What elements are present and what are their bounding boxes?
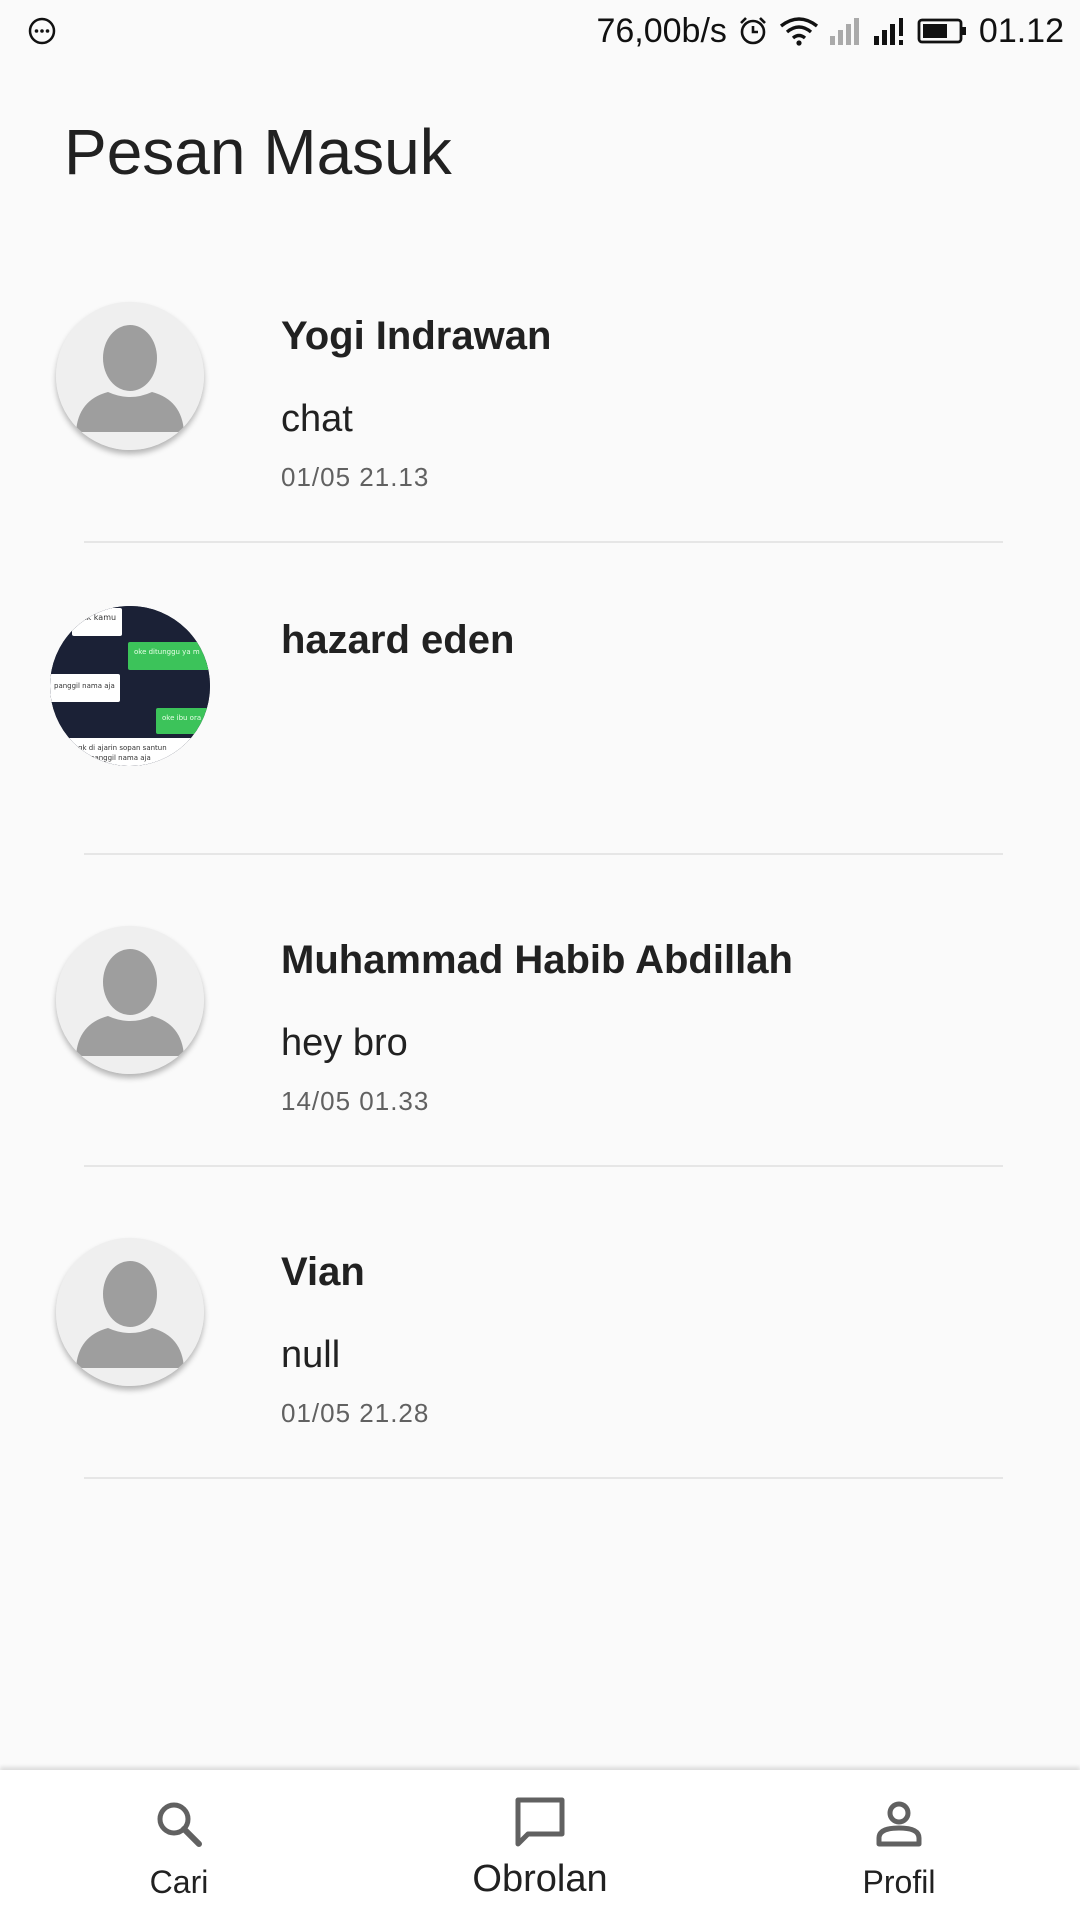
contact-name: hazard eden [281, 618, 515, 662]
avatar [56, 302, 204, 450]
search-icon [157, 1802, 202, 1847]
message-time: 01/05 21.28 [281, 1398, 430, 1428]
snippet-text: oke ditunggu ya m [134, 648, 200, 656]
bottom-navigation: Cari Obrolan Profil [0, 1770, 1080, 1920]
wifi-icon [779, 17, 818, 46]
nav-item-profil[interactable]: Profil [799, 1770, 999, 1920]
nav-label: Obrolan [472, 1858, 608, 1900]
status-clock: 01.12 [978, 11, 1064, 50]
page-title: Pesan Masuk [64, 116, 452, 188]
nav-item-obrolan[interactable]: Obrolan [440, 1770, 640, 1920]
default-avatar-icon [56, 302, 204, 450]
snippet-text: oke ibu ora [162, 714, 201, 722]
snippet-text: panggil nama aja [90, 754, 151, 762]
snippet-text: panggil nama aja [54, 682, 115, 690]
battery-icon [917, 18, 966, 44]
chat-list-item[interactable]: Vian null 01/05 21.28 [0, 1238, 1080, 1550]
message-time: 14/05 01.33 [281, 1086, 430, 1116]
chat-list-item[interactable]: kk kamu oke ditunggu ya m panggil nama a… [0, 606, 1080, 918]
nav-item-cari[interactable]: Cari [79, 1770, 279, 1920]
avatar [56, 926, 204, 1074]
divider [84, 853, 1003, 855]
more-dots-icon [28, 17, 56, 45]
chat-bubble-icon [515, 1797, 565, 1847]
screen: 76,00b/s 01.12 Pesan Masuk Yogi Indrawan… [0, 0, 1080, 1920]
contact-name: Yogi Indrawan [281, 314, 552, 358]
signal-weak-icon [829, 18, 859, 45]
divider [84, 1165, 1003, 1167]
message-time: 01/05 21.13 [281, 462, 430, 492]
last-message: hey bro [281, 1022, 408, 1064]
last-message: null [281, 1334, 341, 1376]
contact-name: Vian [281, 1250, 365, 1294]
avatar [56, 1238, 204, 1386]
alarm-icon [739, 17, 766, 45]
status-bar: 76,00b/s 01.12 [0, 0, 1080, 62]
status-right: 76,00b/s 01.12 [596, 0, 1064, 62]
person-icon [876, 1801, 922, 1847]
photo-avatar: kk kamu oke ditunggu ya m panggil nama a… [50, 606, 210, 766]
snippet-text: gk di ajarin sopan santun [78, 744, 167, 752]
signal-icon [873, 18, 903, 45]
nav-label: Cari [149, 1864, 209, 1900]
divider [84, 541, 1003, 543]
nav-label: Profil [862, 1864, 936, 1900]
contact-name: Muhammad Habib Abdillah [281, 938, 793, 982]
avatar-photo-image: kk kamu oke ditunggu ya m panggil nama a… [50, 606, 210, 766]
chat-list-item[interactable]: Yogi Indrawan chat 01/05 21.13 [0, 302, 1080, 614]
default-avatar-icon [56, 1238, 204, 1386]
default-avatar-icon [56, 926, 204, 1074]
snippet-text: kk kamu [82, 613, 116, 622]
network-speed: 76,00b/s [596, 11, 727, 50]
chat-list-item[interactable]: Muhammad Habib Abdillah hey bro 14/05 01… [0, 926, 1080, 1238]
divider [84, 1477, 1003, 1479]
last-message: chat [281, 398, 353, 440]
